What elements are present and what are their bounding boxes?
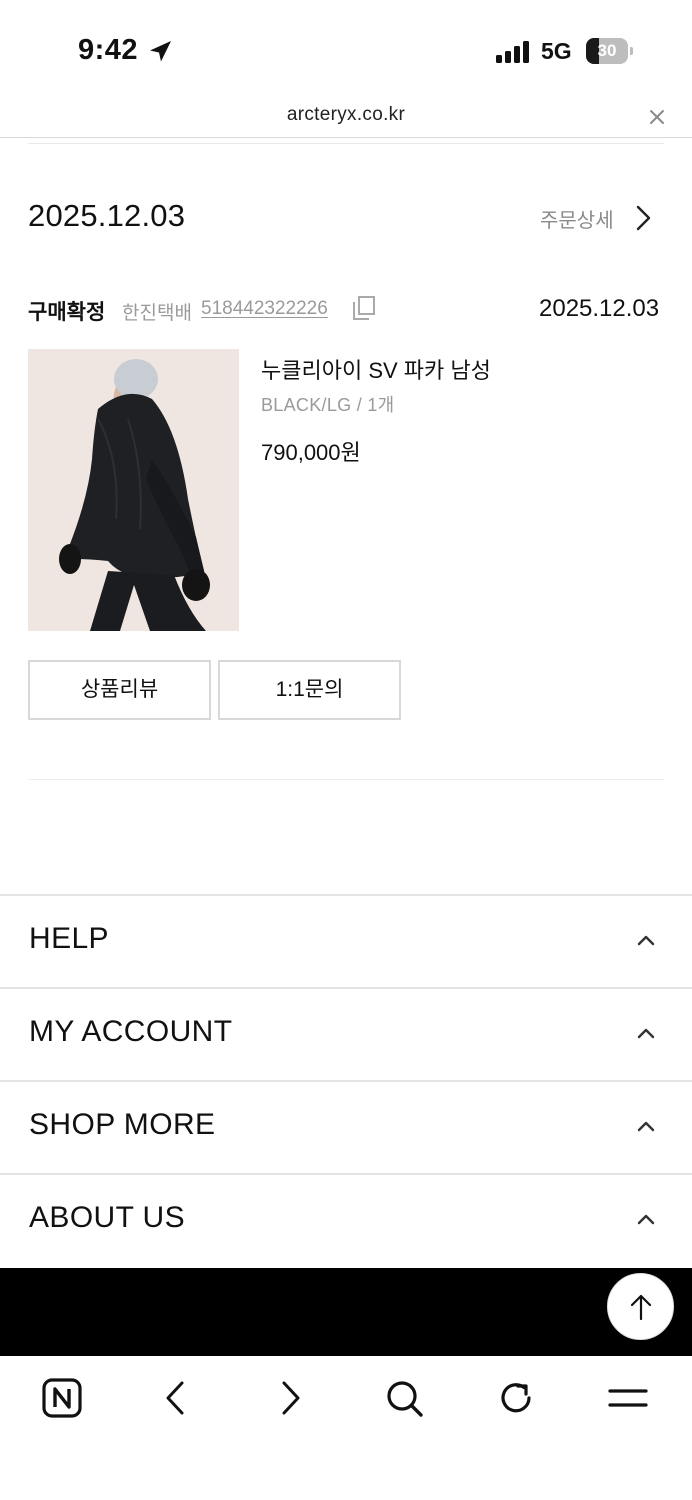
forward-button[interactable] xyxy=(268,1376,312,1420)
battery-level: 30 xyxy=(597,41,617,60)
order-status: 구매확정 xyxy=(28,301,106,324)
divider xyxy=(28,779,664,780)
search-button[interactable] xyxy=(382,1376,426,1420)
reload-button[interactable] xyxy=(494,1376,538,1420)
status-date: 2025.12.03 xyxy=(539,295,660,322)
chevron-up-icon[interactable] xyxy=(632,931,660,949)
browser-toolbar xyxy=(0,1356,692,1500)
back-button[interactable] xyxy=(154,1376,198,1420)
location-arrow-icon xyxy=(150,41,171,62)
copy-icon[interactable] xyxy=(350,294,378,322)
accordion-my-account[interactable]: MY ACCOUNT xyxy=(29,1015,232,1049)
order-detail-link[interactable]: 주문상세 xyxy=(540,204,614,233)
back-icon xyxy=(166,1381,184,1415)
close-icon[interactable] xyxy=(644,104,670,130)
accordion-help[interactable]: HELP xyxy=(29,922,109,956)
footer-band xyxy=(0,1268,692,1356)
chevron-up-icon[interactable] xyxy=(632,1210,660,1228)
battery-icon: 30 xyxy=(586,38,633,64)
signal-icon xyxy=(496,41,529,63)
url-text[interactable]: arcteryx.co.kr xyxy=(0,104,692,126)
search-icon xyxy=(387,1381,423,1417)
status-time: 9:42 xyxy=(78,34,139,66)
naver-n-icon xyxy=(42,1378,82,1418)
carrier-name: 한진택배 xyxy=(122,303,192,324)
product-review-button[interactable]: 상품리뷰 xyxy=(28,660,211,720)
accordion-shop-more[interactable]: SHOP MORE xyxy=(29,1108,215,1142)
forward-icon xyxy=(282,1381,300,1415)
menu-icon xyxy=(608,1389,648,1407)
reload-icon xyxy=(501,1383,531,1413)
naver-home-button[interactable] xyxy=(40,1376,84,1420)
tracking-number-link[interactable]: 518442322226 xyxy=(201,298,328,320)
arrow-up-icon xyxy=(630,1294,651,1320)
order-date: 2025.12.03 xyxy=(28,198,186,233)
scroll-to-top-button[interactable] xyxy=(607,1273,674,1340)
url-bar-divider xyxy=(0,137,692,138)
product-price: 790,000원 xyxy=(261,440,361,465)
divider xyxy=(0,1173,692,1175)
accordion-about-us[interactable]: ABOUT US xyxy=(29,1201,185,1235)
divider xyxy=(28,143,664,144)
network-type: 5G xyxy=(541,38,572,64)
divider xyxy=(0,987,692,989)
divider xyxy=(0,1080,692,1082)
product-name[interactable]: 누클리아이 SV 파카 남성 xyxy=(261,353,491,385)
chevron-right-icon[interactable] xyxy=(630,202,656,234)
product-option: BLACK/LG / 1개 xyxy=(261,395,395,415)
inquiry-button[interactable]: 1:1문의 xyxy=(218,660,401,720)
product-image[interactable] xyxy=(28,349,239,631)
chevron-up-icon[interactable] xyxy=(632,1117,660,1135)
divider xyxy=(0,894,692,896)
chevron-up-icon[interactable] xyxy=(632,1024,660,1042)
menu-button[interactable] xyxy=(606,1376,650,1420)
